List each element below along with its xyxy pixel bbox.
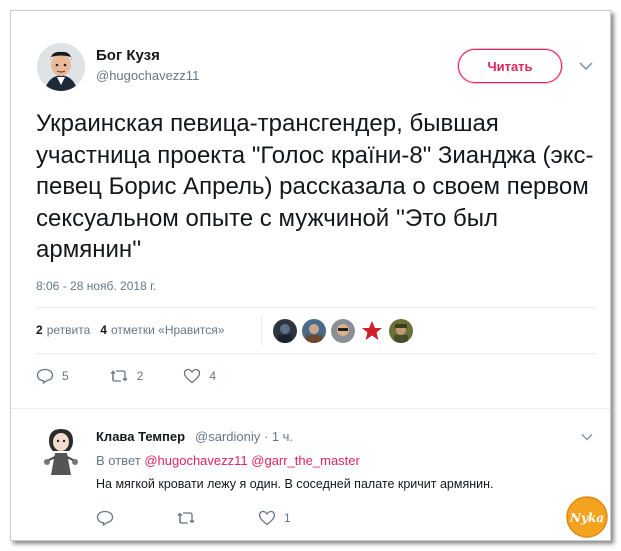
reply-author-name[interactable]: Клава Темпер — [96, 429, 185, 444]
retweet-action[interactable] — [176, 510, 204, 526]
retweet-count: 2 — [136, 369, 144, 383]
author-avatar[interactable] — [37, 43, 85, 91]
reply-age[interactable]: 1 ч. — [272, 429, 293, 444]
tweet-timestamp[interactable]: 8:06 - 28 нояб. 2018 г. — [36, 279, 156, 293]
liker-avatar[interactable] — [331, 319, 355, 343]
author-name[interactable]: Бог Кузя — [96, 47, 160, 64]
reply-icon — [96, 510, 114, 526]
liker-avatar[interactable] — [273, 319, 297, 343]
likes-label[interactable]: отметки «Нравится» — [111, 323, 225, 337]
retweet-icon — [110, 369, 128, 382]
follow-button[interactable]: Читать — [458, 49, 562, 83]
retweets-count[interactable]: 2 — [36, 323, 43, 337]
liker-avatar[interactable] — [389, 319, 413, 343]
chevron-down-icon[interactable] — [577, 57, 595, 75]
retweet-icon — [177, 512, 195, 524]
mention-link[interactable]: @garr_the_master — [251, 453, 360, 468]
reply-count: 5 — [62, 369, 69, 383]
reply-actions: 1 — [96, 510, 345, 526]
reply-icon — [36, 368, 54, 384]
divider — [11, 408, 610, 409]
watermark-text: Nyka — [569, 511, 604, 525]
tweet-text: Украинская певица-трансгендер, бывшая уч… — [36, 110, 594, 263]
divider — [36, 307, 596, 308]
like-action[interactable]: 4 — [183, 368, 216, 384]
like-action[interactable]: 1 — [258, 510, 291, 526]
reply-text: На мягкой кровати лежу я один. В соседне… — [96, 477, 494, 491]
reply-to-prefix: В ответ — [96, 453, 141, 468]
reply-author-handle[interactable]: @sardioniy — [195, 429, 260, 444]
liker-avatars — [273, 319, 418, 343]
reply-to-line: В ответ @hugochavezz11 @garr_the_master — [96, 453, 360, 468]
reply-author-avatar[interactable] — [37, 425, 85, 477]
reply-action[interactable]: 5 — [36, 368, 69, 384]
liker-avatar[interactable] — [360, 319, 384, 343]
retweet-action[interactable]: 2 — [109, 368, 144, 384]
nyka-logo: Nyka — [566, 496, 608, 538]
like-count: 4 — [209, 369, 217, 383]
mention-link[interactable]: @hugochavezz11 — [144, 453, 247, 468]
author-handle[interactable]: @hugochavezz11 — [96, 68, 199, 83]
retweets-label[interactable]: ретвита — [47, 323, 91, 337]
heart-icon — [184, 368, 201, 384]
chevron-down-icon[interactable] — [579, 429, 595, 445]
divider — [36, 353, 596, 354]
reply-meta: @sardioniy · 1 ч. — [195, 429, 294, 444]
tweet-actions: 5 2 4 — [36, 368, 256, 384]
engagement-stats: 2 ретвита 4 отметки «Нравится» — [36, 323, 224, 337]
reply-action[interactable] — [96, 510, 122, 526]
reply-like-count: 1 — [284, 511, 291, 525]
heart-icon — [258, 510, 276, 526]
tweet-card: Бог Кузя @hugochavezz11 Читать Украинска… — [10, 10, 611, 541]
likes-count[interactable]: 4 — [100, 323, 107, 337]
liker-avatar[interactable] — [302, 319, 326, 343]
divider — [261, 316, 262, 346]
